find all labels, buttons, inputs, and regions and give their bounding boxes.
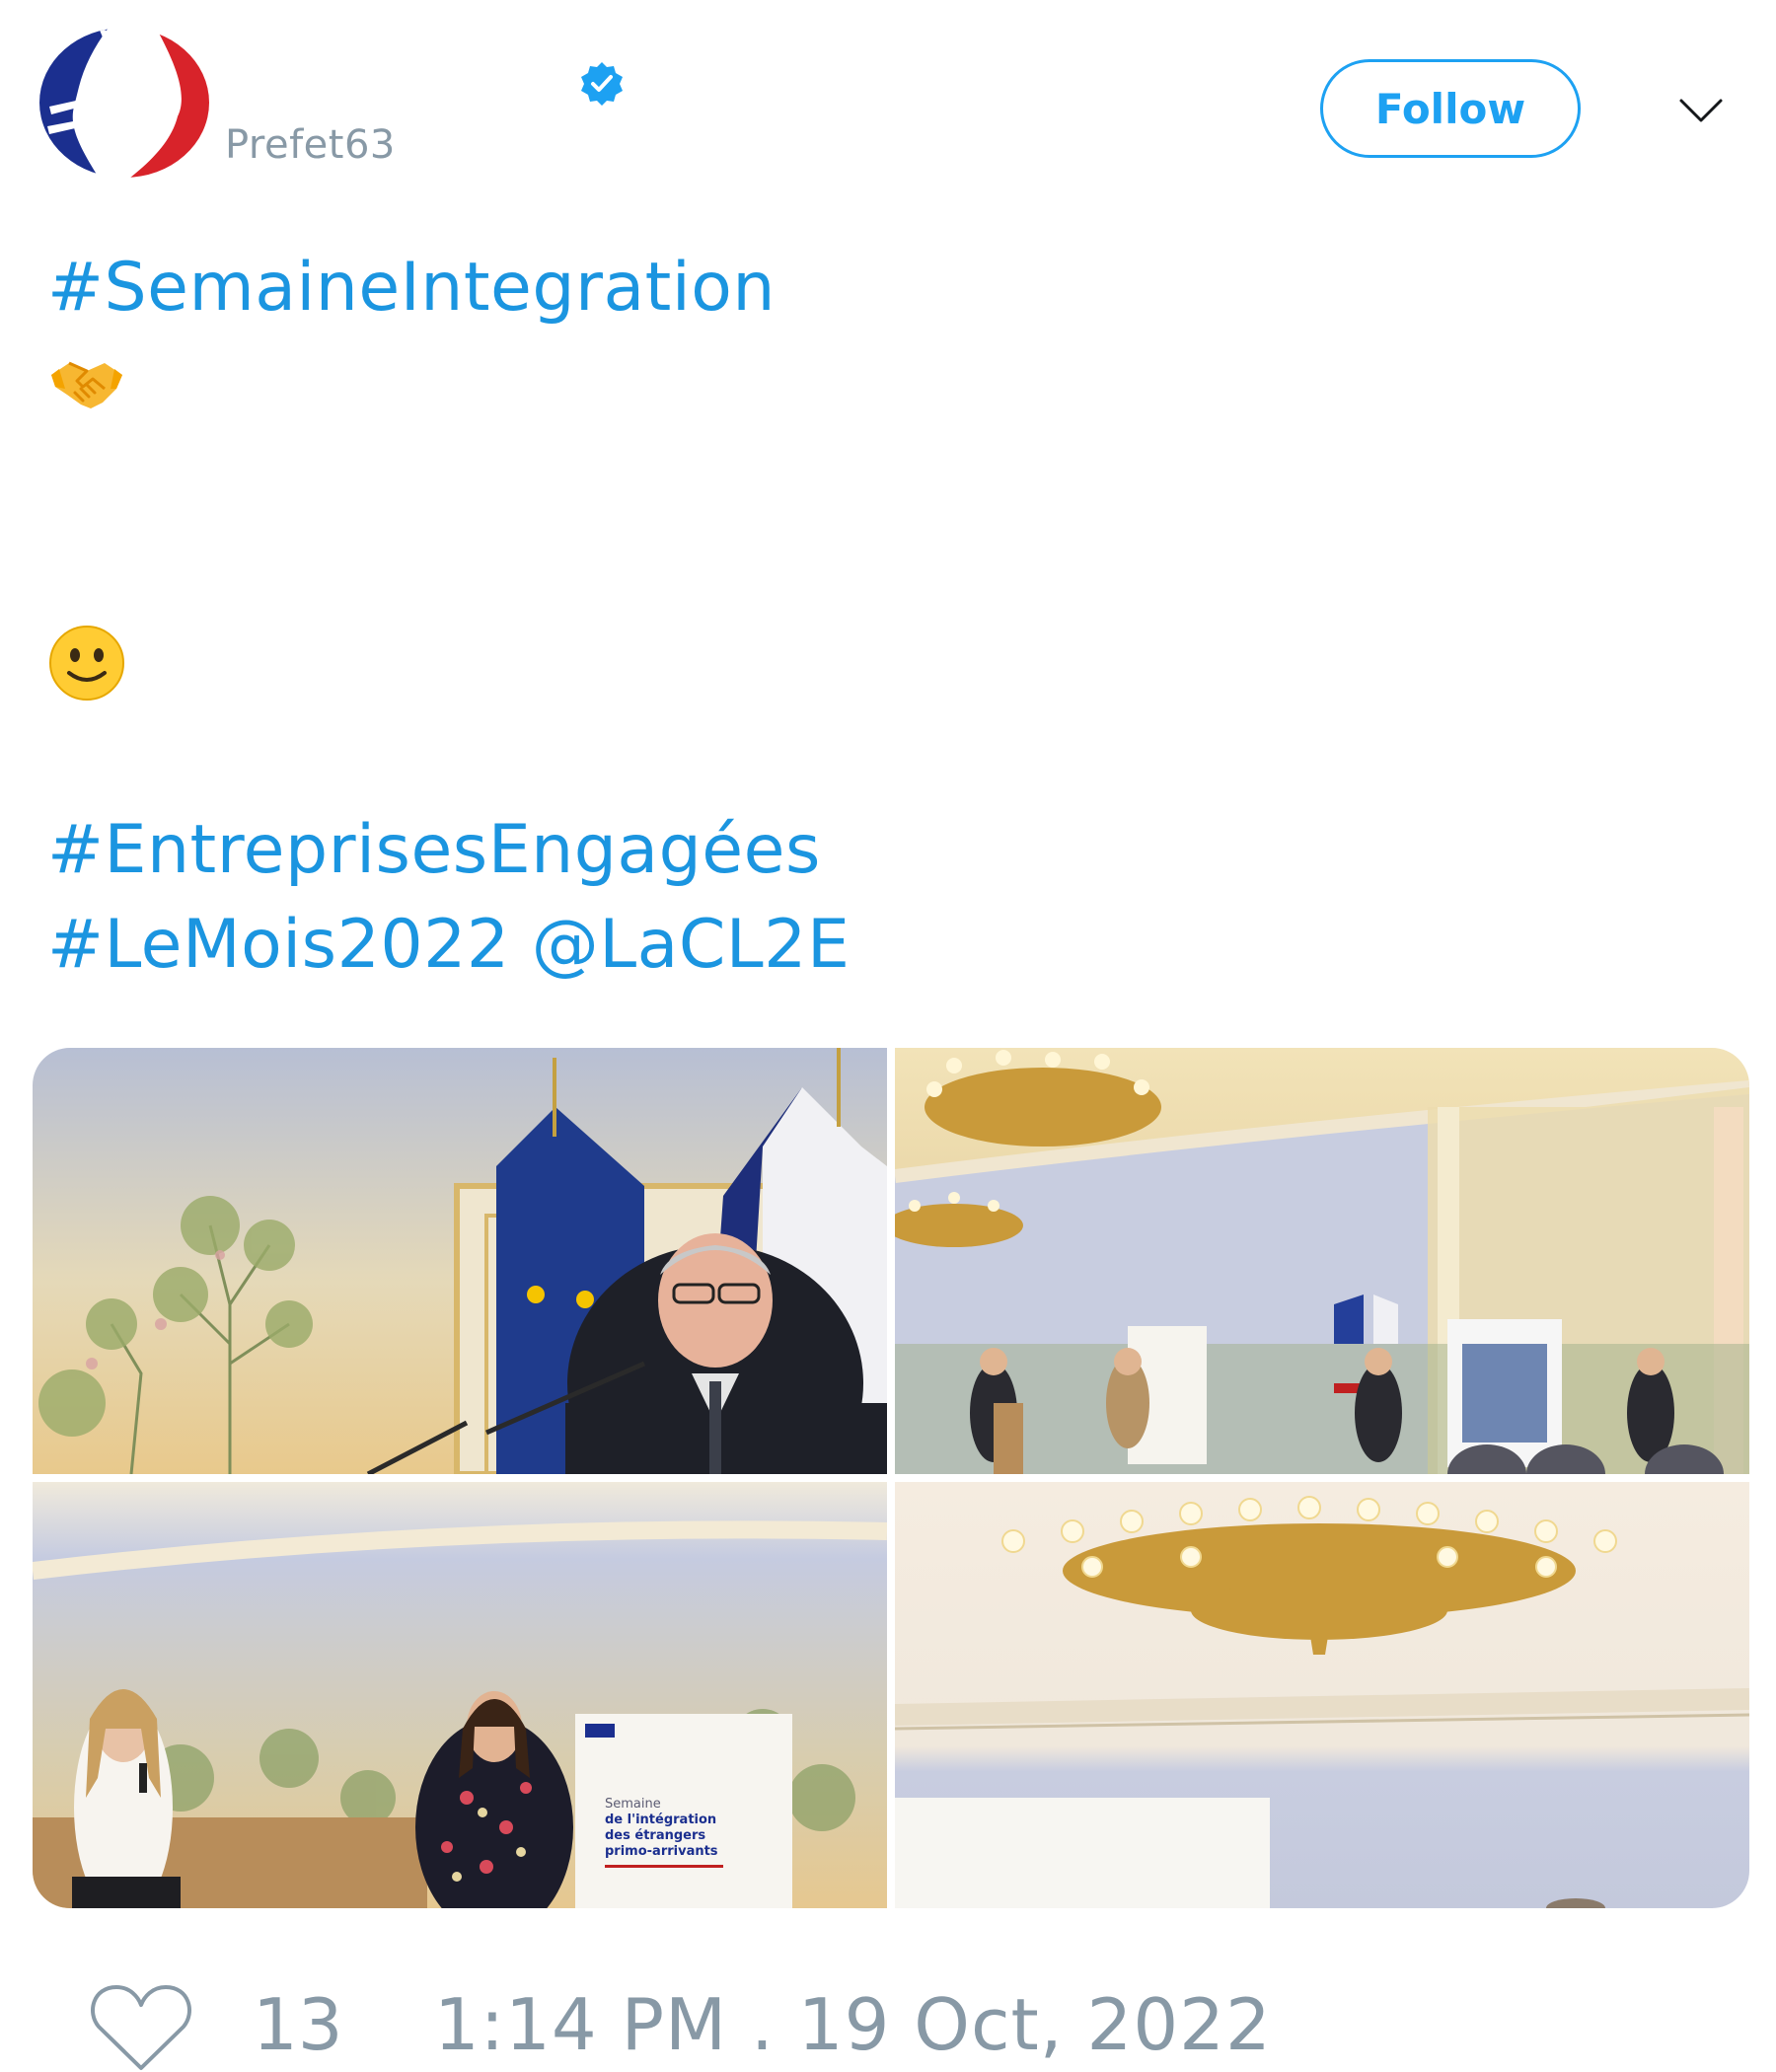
photo-ceremony-hall[interactable] bbox=[895, 1048, 1749, 1474]
banner-title: Semaine bbox=[605, 1797, 661, 1812]
hashtag-semaine-integration[interactable]: #SemaineIntegration bbox=[47, 241, 776, 335]
banner-line-1: de l'intégration bbox=[605, 1813, 716, 1827]
photo-chandelier[interactable] bbox=[895, 1482, 1749, 1908]
marianne-logo-icon bbox=[39, 28, 209, 178]
photo-speaker-with-flags[interactable] bbox=[33, 1048, 887, 1474]
tweet-card: Prefet63 Follow #SemaineIntegration #Ent… bbox=[0, 0, 1776, 2072]
media-grid: Semaine de l'intégration des étrangers p… bbox=[33, 1048, 1749, 1908]
hashtag-lemois-mention[interactable]: #LeMois2022 @LaCL2E bbox=[47, 898, 850, 993]
avatar[interactable] bbox=[39, 28, 213, 178]
timestamp[interactable]: 1:14 PM . 19 Oct, 2022 bbox=[434, 1983, 1272, 2066]
like-count: 13 bbox=[253, 1983, 343, 2066]
banner-line-3: primo-arrivants bbox=[605, 1844, 718, 1859]
heart-icon[interactable] bbox=[89, 1981, 193, 2072]
handshake-emoji bbox=[51, 361, 122, 408]
verified-badge-icon bbox=[581, 62, 623, 106]
user-handle[interactable]: Prefet63 bbox=[225, 122, 396, 168]
smiling-face-emoji bbox=[49, 626, 124, 701]
photo-two-women-speaking[interactable]: Semaine de l'intégration des étrangers p… bbox=[33, 1482, 887, 1908]
follow-button[interactable]: Follow bbox=[1320, 59, 1581, 158]
display-name[interactable] bbox=[223, 53, 637, 112]
hashtag-entreprises-engagees[interactable]: #EntreprisesEngagées bbox=[47, 803, 821, 898]
banner-line-2: des étrangers bbox=[605, 1828, 705, 1843]
chevron-down-icon[interactable] bbox=[1677, 87, 1725, 134]
